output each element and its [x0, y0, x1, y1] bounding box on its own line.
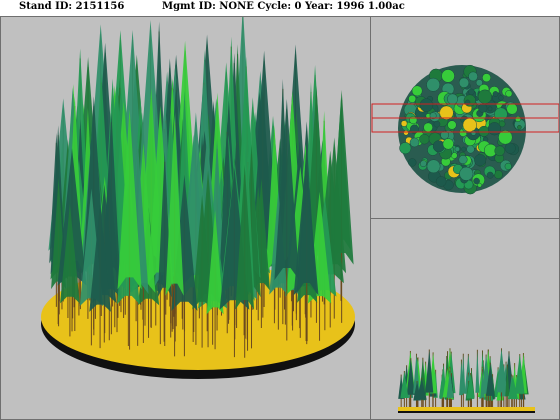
crown-marker: [461, 146, 467, 152]
crown-marker: [400, 120, 408, 127]
crown-marker: [408, 158, 417, 167]
profile-ground-edge: [398, 411, 535, 413]
crown-marker: [435, 176, 447, 187]
crown-marker: [447, 120, 457, 130]
profile-crown: [475, 349, 480, 393]
crown-marker: [419, 133, 430, 145]
crown-marker: [462, 117, 477, 133]
management-info-label: Mgmt ID: NONE Cycle: 0 Year: 1996 1.00ac: [162, 1, 405, 12]
crown-marker: [454, 146, 460, 152]
crown-marker: [478, 103, 488, 113]
crown-marker: [419, 160, 427, 168]
profile-ground: [398, 407, 535, 411]
crown-marker: [419, 98, 434, 112]
plan-view-canvas[interactable]: [371, 17, 559, 218]
profile-tree-row: [398, 348, 529, 407]
perspective-stand-canvas[interactable]: [1, 17, 370, 419]
crown-marker: [487, 106, 493, 112]
header-bar: Stand ID: 2151156 Mgmt ID: NONE Cycle: 0…: [0, 0, 560, 16]
crown-marker: [458, 155, 468, 165]
crown-marker: [459, 166, 474, 181]
crown-marker: [487, 122, 502, 136]
crown-marker: [441, 69, 455, 83]
stand-visualization-window: Stand ID: 2151156 Mgmt ID: NONE Cycle: 0…: [0, 0, 560, 420]
crown-marker: [494, 145, 505, 157]
stand-id-label: Stand ID: 2151156: [19, 1, 125, 12]
crown-marker: [470, 130, 477, 136]
crown-marker: [403, 130, 409, 136]
crown-marker: [468, 71, 478, 82]
crown-marker: [506, 103, 518, 115]
crown-marker: [411, 85, 423, 97]
crown-marker: [409, 116, 418, 125]
crown-marker: [426, 77, 441, 92]
crown-marker: [426, 159, 441, 174]
crown-marker: [433, 120, 441, 128]
crown-marker: [468, 88, 475, 96]
crown-marker: [423, 122, 433, 133]
crown-marker: [458, 77, 470, 88]
crown-marker: [505, 90, 513, 98]
crown-marker: [442, 138, 454, 150]
crown-marker: [504, 142, 516, 154]
crown-marker: [474, 154, 487, 167]
crown-marker: [478, 125, 490, 137]
crown-marker: [492, 91, 499, 97]
profile-view-panel[interactable]: [370, 218, 560, 420]
crown-marker: [498, 95, 504, 101]
crown-marker: [517, 124, 522, 130]
crown-marker: [477, 89, 493, 104]
profile-view-canvas[interactable]: [371, 219, 559, 419]
plan-view-panel[interactable]: [370, 16, 560, 219]
crown-marker: [408, 94, 417, 103]
crown-marker: [514, 115, 522, 123]
crown-marker: [504, 162, 512, 170]
crown-marker: [466, 145, 475, 154]
crown-marker: [477, 182, 482, 188]
crown-marker: [399, 142, 412, 155]
perspective-view-panel[interactable]: [0, 16, 371, 420]
crown-marker: [409, 137, 420, 148]
crown-marker: [447, 93, 458, 105]
crown-marker: [482, 73, 491, 83]
crown-marker: [486, 171, 494, 179]
